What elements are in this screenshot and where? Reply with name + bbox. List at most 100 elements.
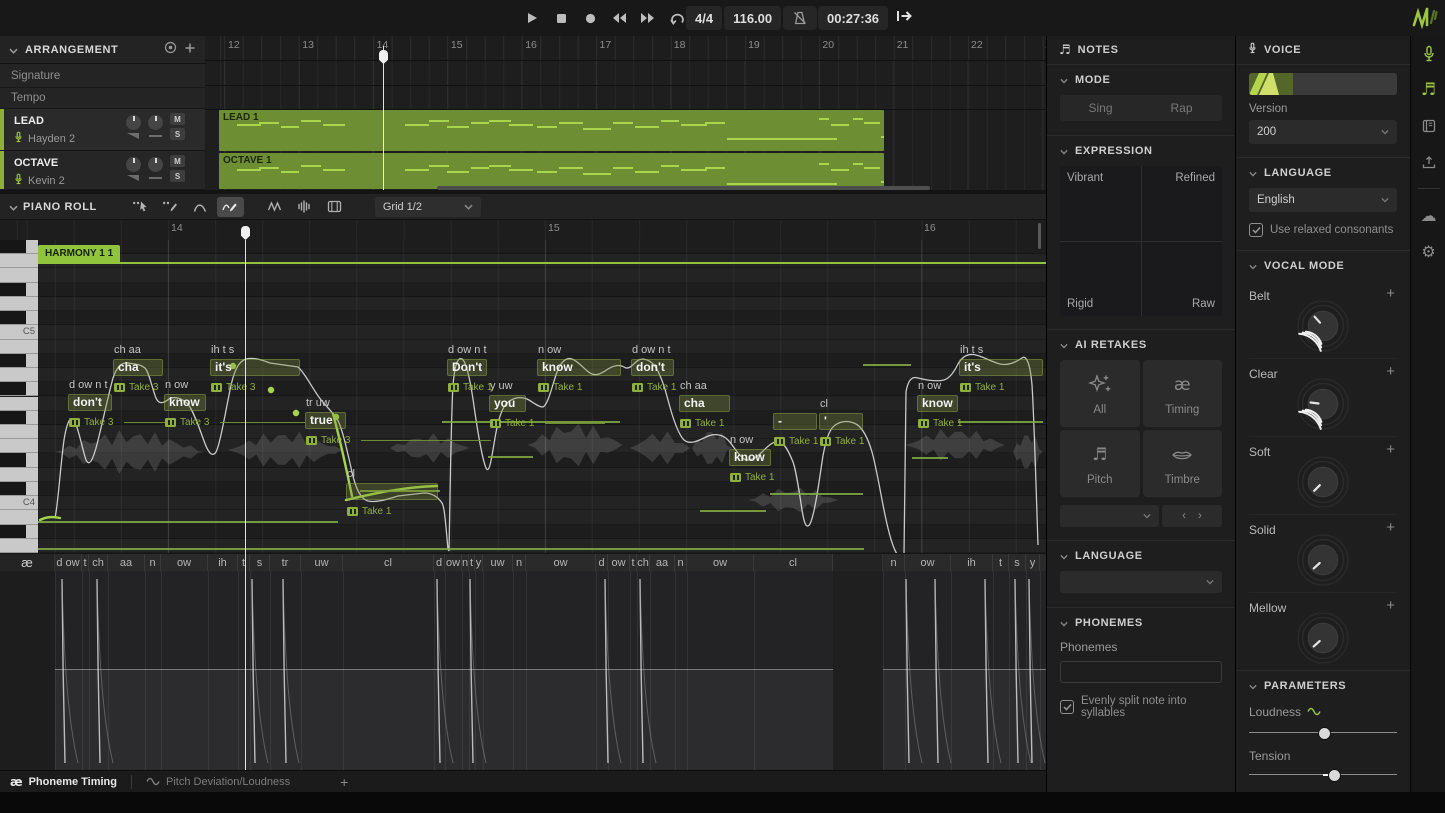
phoneme-boundary[interactable] bbox=[608, 571, 609, 770]
tension-slider[interactable] bbox=[1249, 768, 1397, 781]
phoneme-segment[interactable]: ih bbox=[208, 554, 238, 571]
phoneme-boundary[interactable] bbox=[469, 571, 470, 770]
piano-roll-playhead[interactable] bbox=[245, 240, 246, 770]
piano-key[interactable] bbox=[0, 340, 38, 354]
phoneme-boundary[interactable] bbox=[687, 571, 688, 770]
voice-language-select[interactable]: English bbox=[1249, 188, 1397, 212]
phoneme-boundary[interactable] bbox=[161, 571, 162, 770]
phoneme-segment[interactable]: cl bbox=[754, 554, 833, 571]
phoneme-segment[interactable]: n bbox=[513, 554, 526, 571]
piano-key[interactable] bbox=[0, 268, 38, 282]
phoneme-boundary[interactable] bbox=[145, 571, 146, 770]
phoneme-boundary[interactable] bbox=[270, 571, 271, 770]
select-tool[interactable] bbox=[127, 197, 154, 217]
note[interactable]: it's bbox=[959, 359, 1043, 376]
clip-octave-1[interactable]: OCTAVE 1 bbox=[219, 153, 884, 189]
phoneme-boundary[interactable] bbox=[905, 571, 906, 770]
retake-timbre-button[interactable]: Timbre bbox=[1143, 430, 1223, 497]
collapse-icon[interactable] bbox=[1060, 336, 1068, 354]
mute-button[interactable]: M bbox=[170, 155, 185, 167]
phoneme-boundary[interactable] bbox=[250, 571, 251, 770]
expression-pad[interactable]: VibrantRefinedRigidRaw bbox=[1060, 166, 1222, 316]
take-chip[interactable]: Take 1 bbox=[730, 472, 774, 483]
note[interactable]: you bbox=[489, 395, 526, 412]
collapse-piano-roll-icon[interactable] bbox=[9, 198, 18, 216]
phoneme-boundary[interactable] bbox=[434, 571, 435, 770]
phoneme-boundary[interactable] bbox=[993, 571, 994, 770]
tempo-value[interactable]: 116.00 bbox=[724, 6, 781, 30]
phoneme-segment[interactable]: s bbox=[1009, 554, 1026, 571]
phoneme-boundary[interactable] bbox=[55, 571, 56, 770]
phoneme-boundary[interactable] bbox=[238, 571, 239, 770]
next-retake-button[interactable]: › bbox=[1198, 510, 1202, 522]
phoneme-boundary[interactable] bbox=[82, 571, 83, 770]
note[interactable]: cha bbox=[113, 359, 163, 376]
clip-tab-harmony[interactable]: HARMONY 1 1 bbox=[38, 245, 120, 262]
note[interactable]: Don't bbox=[447, 359, 487, 376]
phoneme-segment[interactable]: tr bbox=[270, 554, 301, 571]
phoneme-segment[interactable]: ow bbox=[161, 554, 208, 571]
take-chip[interactable]: Take 1 bbox=[632, 382, 676, 393]
note[interactable]: it's bbox=[210, 359, 300, 376]
dynamics-tool[interactable] bbox=[291, 197, 318, 217]
phoneme-boundary[interactable] bbox=[951, 571, 952, 770]
pan-knob[interactable] bbox=[148, 157, 163, 172]
piano-key[interactable] bbox=[0, 525, 38, 539]
record-button[interactable] bbox=[581, 9, 599, 27]
piano-key[interactable] bbox=[0, 254, 38, 268]
arrangement-playhead[interactable] bbox=[383, 46, 384, 190]
take-chip[interactable]: Take 3 bbox=[69, 417, 113, 428]
collapse-arrangement-icon[interactable] bbox=[9, 41, 18, 59]
phoneme-segment[interactable]: d bbox=[434, 554, 445, 571]
time-signature[interactable]: 4/4 bbox=[686, 6, 722, 30]
export-icon[interactable] bbox=[1411, 144, 1445, 180]
piano-key[interactable] bbox=[0, 368, 38, 382]
phoneme-bar[interactable]: æd owtchaanowihtstruwcldowntyuwnowdowtch… bbox=[0, 553, 1046, 571]
note[interactable] bbox=[346, 483, 438, 500]
track-lead[interactable]: LEADHayden 2MS bbox=[0, 109, 205, 151]
mode-option-rap[interactable]: Rap bbox=[1141, 95, 1222, 121]
stop-button[interactable] bbox=[552, 9, 570, 27]
add-vocal-mode-icon[interactable]: + bbox=[1386, 441, 1395, 458]
collapse-icon[interactable] bbox=[1060, 71, 1068, 89]
take-chip[interactable]: Take 1 bbox=[347, 506, 391, 517]
lane-row-signature[interactable]: Signature bbox=[0, 64, 205, 88]
retake-timing-button[interactable]: æTiming bbox=[1143, 360, 1223, 427]
add-vocal-mode-icon[interactable]: + bbox=[1386, 597, 1395, 614]
time-display[interactable]: 00:27:36 bbox=[818, 6, 888, 30]
retake-select[interactable] bbox=[1060, 505, 1159, 527]
phoneme-segment[interactable]: t bbox=[993, 554, 1009, 571]
piano-roll-v-scrollbar[interactable] bbox=[1038, 223, 1041, 249]
phoneme-segment[interactable]: aa bbox=[108, 554, 145, 571]
phoneme-boundary[interactable] bbox=[883, 571, 884, 770]
mute-button[interactable]: M bbox=[170, 113, 185, 125]
phoneme-segment[interactable]: n bbox=[883, 554, 905, 571]
phoneme-boundary[interactable] bbox=[754, 571, 755, 770]
note[interactable]: true bbox=[305, 412, 346, 429]
loop-button[interactable] bbox=[668, 9, 686, 27]
add-vocal-mode-icon[interactable]: + bbox=[1386, 519, 1395, 536]
piano-key[interactable] bbox=[0, 439, 38, 453]
phoneme-segment[interactable]: y bbox=[1026, 554, 1040, 571]
phoneme-boundary[interactable] bbox=[526, 571, 527, 770]
note[interactable]: ' bbox=[819, 413, 863, 430]
fast-forward-button[interactable] bbox=[639, 9, 657, 27]
vocal-mode-knob[interactable] bbox=[1293, 299, 1353, 358]
grid-select[interactable]: Grid 1/2 bbox=[375, 197, 481, 217]
note[interactable]: don't bbox=[68, 394, 112, 411]
note[interactable]: don't bbox=[631, 359, 674, 376]
editor-tab-pitch-deviation-loudness[interactable]: Pitch Deviation/Loudness bbox=[146, 775, 290, 789]
piano-key[interactable] bbox=[0, 354, 38, 368]
piano-key[interactable] bbox=[0, 510, 38, 524]
volume-knob[interactable] bbox=[126, 157, 141, 172]
slider-thumb[interactable] bbox=[1328, 769, 1341, 782]
phoneme-segment[interactable]: d bbox=[596, 554, 608, 571]
vocal-mode-knob[interactable] bbox=[1293, 377, 1353, 436]
loudness-curve-icon[interactable] bbox=[1307, 703, 1321, 721]
piano-key[interactable] bbox=[0, 411, 38, 425]
timeline-lanes[interactable]: LEAD 1OCTAVE 1 bbox=[205, 60, 1046, 190]
phoneme-segment[interactable]: ih bbox=[951, 554, 993, 571]
piano-key[interactable] bbox=[0, 297, 38, 311]
add-track-icon[interactable] bbox=[184, 41, 196, 59]
timeline-h-scrollbar[interactable] bbox=[437, 186, 930, 190]
